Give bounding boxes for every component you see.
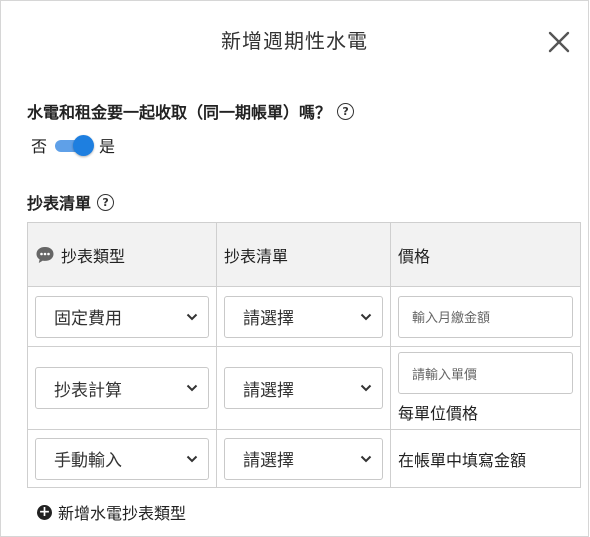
chevron-down-icon [360, 455, 372, 462]
column-header-type: 抄表類型 [27, 222, 217, 287]
list-cell: 請選擇 [216, 286, 391, 347]
help-icon[interactable]: ? [97, 193, 115, 211]
input-placeholder: 請輸入單價 [412, 367, 478, 383]
combine-billing-toggle-row: 否 是 [31, 133, 115, 157]
toggle-off-label: 否 [31, 137, 48, 156]
toggle-on-label: 是 [99, 137, 116, 156]
column-header-label: 價格 [398, 246, 431, 266]
type-select[interactable]: 抄表計算 [35, 367, 209, 409]
help-icon[interactable]: ? [337, 102, 355, 120]
chevron-down-icon [186, 384, 198, 392]
select-value: 抄表計算 [54, 380, 122, 401]
monthly-amount-input[interactable]: 輸入月繳金額 [398, 295, 573, 338]
select-value: 手動輸入 [54, 451, 122, 471]
dialog: 新增週期性水電 水電和租金要一起收取（同一期帳單）嗎？ ? 否 是 抄表清單 ? [0, 0, 589, 537]
type-select[interactable]: 固定費用 [35, 295, 209, 338]
combine-billing-label: 水電和租金要一起收取（同一期帳單）嗎？ [27, 103, 332, 122]
table-row: 固定費用 請選擇 輸入月繳金額 [27, 286, 581, 347]
close-icon[interactable] [546, 29, 572, 55]
select-value: 固定費用 [54, 309, 122, 329]
select-value: 請選擇 [243, 451, 294, 471]
table-row: 手動輸入 請選擇 在帳單中填寫金額 [27, 429, 581, 488]
add-meter-type-label: 新增水電抄表類型 [58, 504, 187, 523]
meter-table: 抄表類型 抄表清單 價格 固定費用 請選擇 輸入月繳金額 抄表計算 請選擇 請輸… [27, 222, 581, 488]
combine-billing-question: 水電和租金要一起收取（同一期帳單）嗎？ ? [27, 99, 355, 123]
meter-list-heading: 抄表清單 ? [27, 190, 115, 214]
add-meter-type-button[interactable]: + 新增水電抄表類型 [37, 500, 186, 524]
meter-list-label: 抄表清單 [27, 194, 92, 213]
plus-circle-icon: + [37, 504, 52, 520]
price-note: 在帳單中填寫金額 [398, 450, 527, 470]
list-select[interactable]: 請選擇 [224, 295, 383, 338]
list-cell: 請選擇 [216, 429, 391, 488]
list-select[interactable]: 請選擇 [224, 367, 383, 409]
column-header-price: 價格 [390, 222, 581, 287]
type-cell: 抄表計算 [27, 346, 217, 430]
chevron-down-icon [360, 313, 372, 320]
table-row: 抄表計算 請選擇 請輸入單價 每單位價格 [27, 346, 581, 430]
chevron-down-icon [186, 313, 198, 320]
dialog-title: 新增週期性水電 [221, 29, 368, 53]
type-cell: 手動輸入 [27, 429, 217, 488]
chevron-down-icon [186, 455, 198, 462]
chevron-down-icon [360, 384, 372, 392]
unit-price-input[interactable]: 請輸入單價 [398, 352, 573, 394]
input-placeholder: 輸入月繳金額 [412, 311, 491, 326]
price-cell: 請輸入單價 每單位價格 [390, 346, 581, 430]
type-select[interactable]: 手動輸入 [35, 437, 209, 480]
column-header-list: 抄表清單 [216, 222, 391, 287]
select-value: 請選擇 [243, 380, 294, 401]
list-cell: 請選擇 [216, 346, 391, 430]
table-header-row: 抄表類型 抄表清單 價格 [27, 222, 581, 287]
chat-bubble-icon [36, 246, 54, 263]
column-header-label: 抄表清單 [224, 246, 289, 266]
column-header-label: 抄表類型 [61, 246, 126, 266]
select-value: 請選擇 [243, 309, 294, 329]
toggle-knob [73, 135, 95, 156]
combine-billing-toggle[interactable] [53, 135, 95, 156]
type-cell: 固定費用 [27, 286, 217, 347]
price-cell: 輸入月繳金額 [390, 286, 581, 347]
list-select[interactable]: 請選擇 [224, 437, 383, 480]
price-cell: 在帳單中填寫金額 [390, 429, 581, 488]
price-note: 每單位價格 [398, 404, 479, 423]
